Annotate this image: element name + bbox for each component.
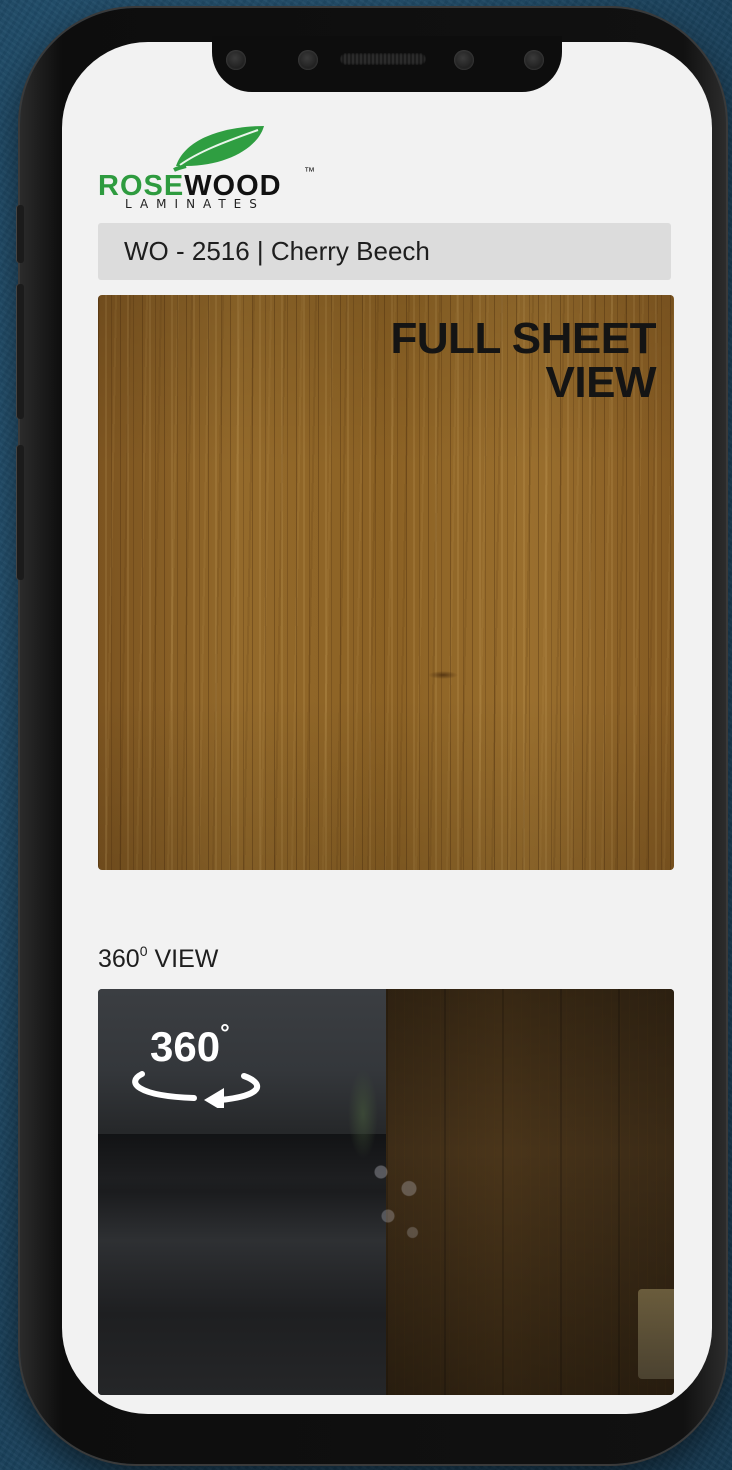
lamp (638, 1289, 674, 1379)
full-sheet-label: FULL SHEET VIEW (390, 317, 656, 405)
trademark-symbol: ™ (304, 166, 315, 178)
rotate-360-icon[interactable]: 360° (124, 1018, 274, 1112)
logo-subtitle: LAMINATES (125, 197, 265, 211)
sensor-dot (524, 50, 544, 70)
sensor-dot (226, 50, 246, 70)
sensor-dot (298, 50, 318, 70)
product-title-bar: WO - 2516 | Cherry Beech (98, 223, 671, 280)
view360-heading: 3600 VIEW (98, 943, 219, 973)
full-sheet-label-line1: FULL SHEET (390, 314, 656, 363)
rotate-360-text: 360° (150, 1020, 230, 1070)
full-sheet-label-line2: VIEW (545, 358, 657, 407)
full-sheet-swatch[interactable]: FULL SHEET VIEW (98, 295, 674, 870)
chandelier (360, 1139, 430, 1249)
front-camera (454, 50, 474, 70)
notch (212, 36, 562, 92)
volume-down-button (16, 445, 24, 580)
rosewood-logo[interactable]: ROSEWOOD ™ LAMINATES (98, 122, 338, 217)
volume-up-button (16, 284, 24, 419)
product-title: WO - 2516 | Cherry Beech (124, 236, 430, 266)
wood-knot (428, 671, 458, 679)
mute-switch (16, 205, 24, 263)
earpiece-speaker (340, 53, 426, 65)
room-shelf (98, 1134, 388, 1178)
